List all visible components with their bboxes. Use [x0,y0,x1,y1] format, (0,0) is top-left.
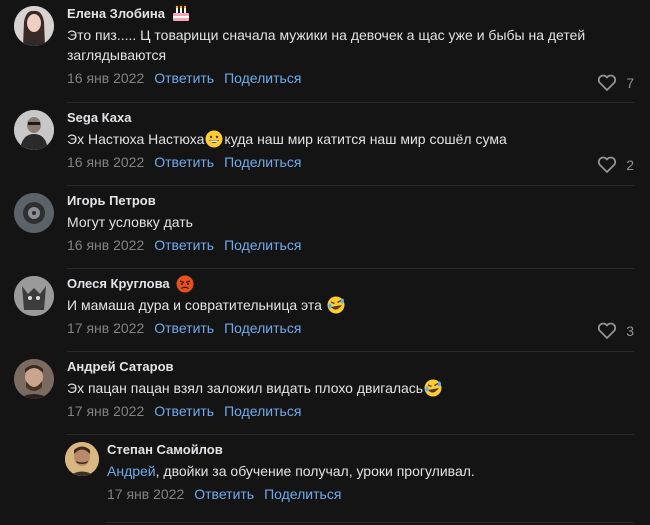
cake-icon [172,5,189,21]
like-button[interactable]: 2 [597,156,634,174]
author-name[interactable]: Sega Каха [67,109,131,127]
grinning-face-icon [205,130,223,148]
share-button[interactable]: Поделиться [224,401,301,421]
divider [67,268,634,269]
angry-face-icon [176,275,194,293]
comment-andrey: Андрей Сатаров Эх пацан пацан взял залож… [0,353,650,436]
author-name[interactable]: Елена Злобина [67,5,165,23]
reply-stepan: Степан Самойлов Андрей, двойки за обучен… [0,436,650,524]
comment-text: Эх пацан пацан взял заложил видать плохо… [67,378,650,398]
reply-button[interactable]: Ответить [154,401,214,421]
reply-button[interactable]: Ответить [154,318,214,338]
mention-link[interactable]: Андрей [107,463,156,479]
comment-date[interactable]: 17 янв 2022 [67,401,144,421]
heart-icon [598,156,617,173]
avatar[interactable] [65,442,99,476]
comment-elena: Елена Злобина Это пиз..... Ц товарищи сн… [0,0,650,103]
comment-body: Игорь Петров Могут условку дать 16 янв 2… [67,187,650,270]
divider [106,522,634,523]
divider [67,102,634,103]
share-button[interactable]: Поделиться [224,318,301,338]
reply-button[interactable]: Ответить [154,152,214,172]
author-name[interactable]: Игорь Петров [67,192,156,210]
like-button[interactable]: 3 [597,322,634,340]
author-name[interactable]: Олеся Круглова [67,275,170,293]
comment-text: Эх Настюха Настюха куда наш мир катится н… [67,130,507,148]
share-button[interactable]: Поделиться [224,68,301,88]
share-button[interactable]: Поделиться [224,235,301,255]
comment-body: Олеся Круглова И мамаша дура и совратите… [67,270,650,353]
avatar[interactable] [14,276,54,316]
avatar[interactable] [14,110,54,150]
comment-text: Это пиз..... Ц товарищи сначала мужики н… [67,27,586,63]
like-button[interactable]: 7 [597,74,634,92]
comment-body: Sega Каха Эх Настюха Настюха куда наш мир… [67,104,650,187]
comment-date[interactable]: 16 янв 2022 [67,152,144,172]
share-button[interactable]: Поделиться [264,484,341,504]
heart-icon [598,322,617,339]
avatar[interactable] [14,359,54,399]
share-button[interactable]: Поделиться [224,152,301,172]
heart-icon [598,74,617,91]
comment-text: Андрей, двойки за обучение получал, урок… [107,463,475,479]
reply-button[interactable]: Ответить [194,484,254,504]
comment-date[interactable]: 16 янв 2022 [67,235,144,255]
divider [67,434,634,435]
reply-button[interactable]: Ответить [154,68,214,88]
avatar[interactable] [14,193,54,233]
comment-sega: Sega Каха Эх Настюха Настюха куда наш мир… [0,104,650,187]
like-count: 2 [626,157,634,173]
rofl-face-icon [424,379,442,397]
like-count: 3 [626,323,634,339]
comment-date[interactable]: 17 янв 2022 [67,318,144,338]
comment-body: Степан Самойлов Андрей, двойки за обучен… [107,436,650,524]
comment-body: Андрей Сатаров Эх пацан пацан взял залож… [67,353,650,436]
comment-igor: Игорь Петров Могут условку дать 16 янв 2… [0,187,650,270]
divider [67,185,634,186]
author-name[interactable]: Степан Самойлов [107,441,223,459]
comment-text: И мамаша дура и совратительница эта [67,295,650,315]
author-name[interactable]: Андрей Сатаров [67,358,174,376]
like-count: 7 [626,75,634,91]
rofl-face-icon [327,296,345,314]
divider [67,351,634,352]
reply-button[interactable]: Ответить [154,235,214,255]
comment-text: Могут условку дать [67,214,193,230]
comment-olesya: Олеся Круглова И мамаша дура и совратите… [0,270,650,353]
comment-body: Елена Злобина Это пиз..... Ц товарищи сн… [67,0,650,91]
avatar[interactable] [14,6,54,46]
comment-date[interactable]: 16 янв 2022 [67,68,144,88]
comment-date[interactable]: 17 янв 2022 [107,484,184,504]
